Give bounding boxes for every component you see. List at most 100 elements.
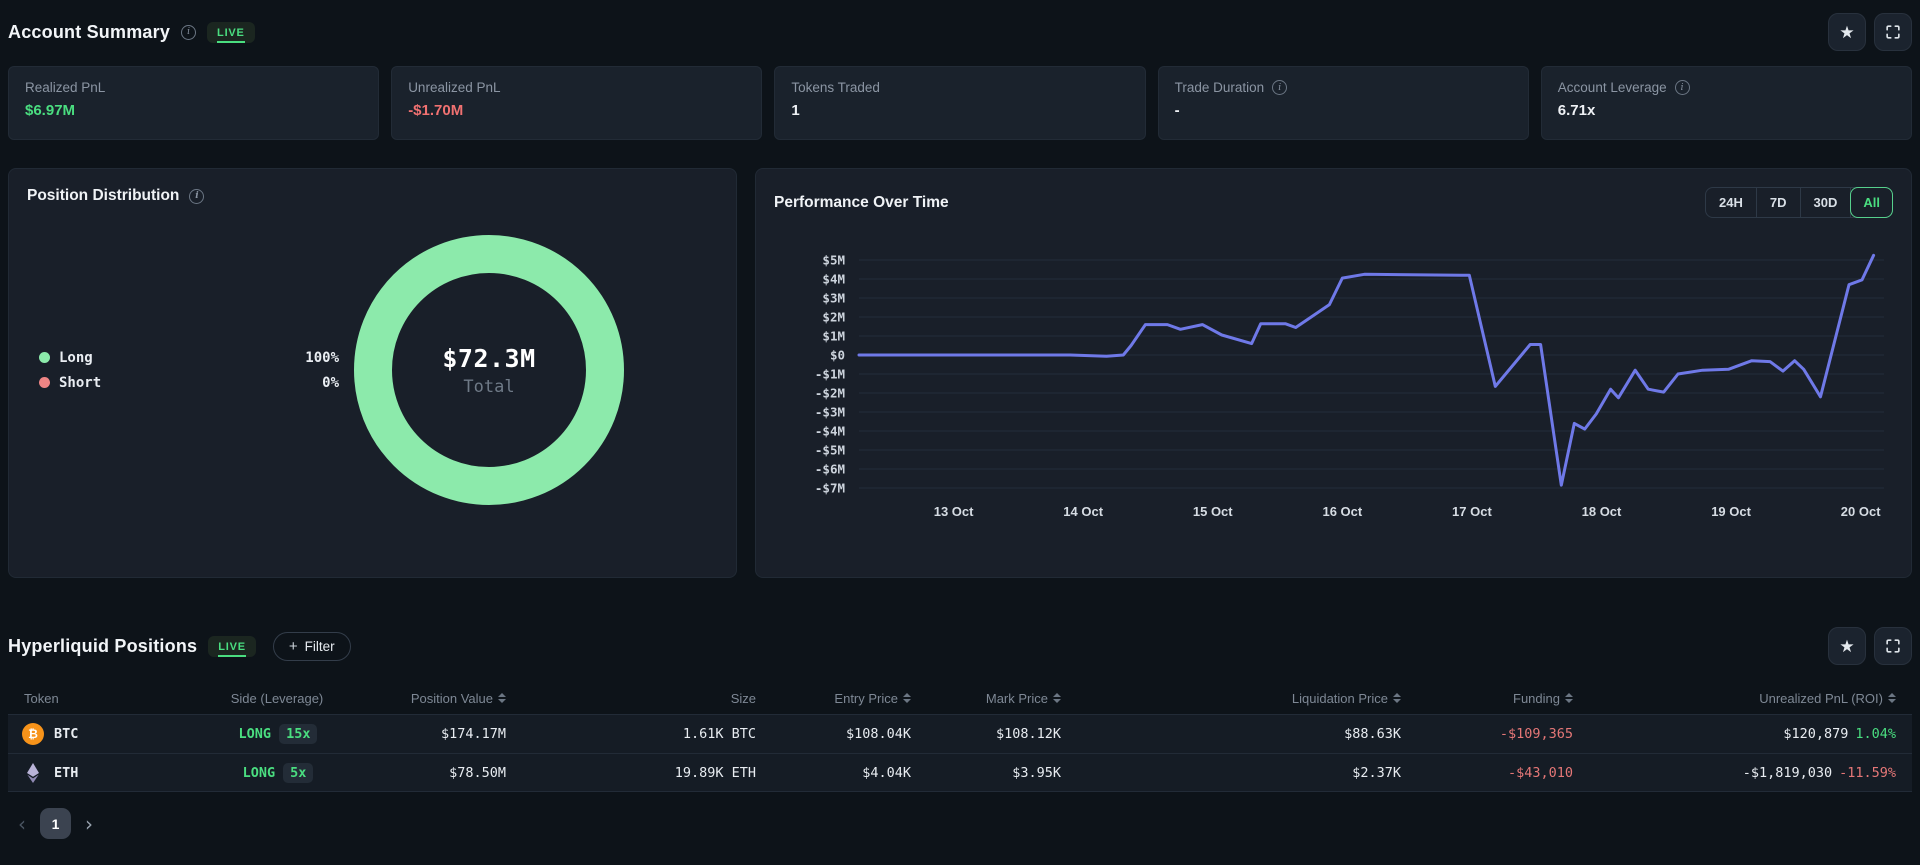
favorite-button[interactable]: ★ <box>1828 13 1866 51</box>
svg-text:$1M: $1M <box>822 329 845 344</box>
btc-icon: ₿ <box>22 723 44 745</box>
leverage-badge: 15x <box>279 724 317 744</box>
performance-panel: Performance Over Time 24H 7D 30D All $5M… <box>755 168 1912 578</box>
sort-icon <box>1393 693 1401 703</box>
stat-label: Account Leverage <box>1558 80 1895 95</box>
info-icon[interactable] <box>1272 80 1287 95</box>
range-button-all[interactable]: All <box>1850 187 1893 218</box>
token-name: BTC <box>54 726 78 742</box>
stat-label: Trade Duration <box>1175 80 1512 95</box>
stats-row: Realized PnL $6.97M Unrealized PnL -$1.7… <box>8 66 1912 140</box>
info-icon[interactable] <box>181 25 196 40</box>
unrealized-pnl-cell: -$1,819,030 -11.59% <box>1575 765 1912 781</box>
donut-total-label: Total <box>463 377 514 397</box>
svg-text:$0: $0 <box>830 348 845 363</box>
donut-total-value: $72.3M <box>442 344 535 373</box>
pagination: ‹ 1 › <box>8 808 1912 839</box>
prev-page-icon[interactable]: ‹ <box>14 814 30 834</box>
svg-text:20 Oct: 20 Oct <box>1841 504 1881 519</box>
short-dot-icon <box>39 377 50 388</box>
svg-text:18 Oct: 18 Oct <box>1582 504 1622 519</box>
legend-label: Short <box>59 375 101 391</box>
account-summary-title: Account Summary <box>8 22 170 43</box>
side-label: LONG <box>239 726 272 742</box>
sort-icon <box>903 693 911 703</box>
fullscreen-button[interactable] <box>1874 627 1912 665</box>
fullscreen-icon <box>1884 637 1902 655</box>
svg-text:-$1M: -$1M <box>815 367 845 382</box>
stat-label: Tokens Traded <box>791 80 1128 95</box>
svg-text:-$2M: -$2M <box>815 386 845 401</box>
pnl-value: -$1,819,030 <box>1743 765 1832 781</box>
table-header-row: Token Side (Leverage) Position Value Siz… <box>8 682 1912 714</box>
next-page-icon[interactable]: › <box>81 814 97 834</box>
position-row-btc[interactable]: ₿ BTC LONG 15x $174.17M 1.61K BTC $108.0… <box>8 714 1912 753</box>
stat-label: Unrealized PnL <box>408 80 745 95</box>
svg-text:$4M: $4M <box>822 272 845 287</box>
column-header-liquidation-price[interactable]: Liquidation Price <box>1063 691 1403 706</box>
stat-card-tokens-traded: Tokens Traded 1 <box>774 66 1145 140</box>
sort-icon <box>1053 693 1061 703</box>
range-button-24h[interactable]: 24H <box>1706 188 1757 217</box>
svg-text:-$3M: -$3M <box>815 405 845 420</box>
column-header-unrealized-pnl[interactable]: Unrealized PnL (ROI) <box>1575 691 1912 706</box>
svg-text:$2M: $2M <box>822 310 845 325</box>
positions-table: Token Side (Leverage) Position Value Siz… <box>8 682 1912 792</box>
roi-value: -11.59% <box>1839 765 1896 781</box>
stat-value: $6.97M <box>25 102 362 119</box>
sort-icon <box>1888 693 1896 703</box>
svg-text:$3M: $3M <box>822 291 845 306</box>
stat-card-realized-pnl: Realized PnL $6.97M <box>8 66 379 140</box>
performance-line-chart: $5M $4M $3M $2M $1M $0 -$1M -$2M -$3M -$4M -$5M -$6… <box>766 248 1891 530</box>
distribution-legend: Long 100% Short 0% <box>39 350 339 391</box>
funding-cell: -$109,365 <box>1403 726 1575 742</box>
position-row-eth[interactable]: ETH LONG 5x $78.50M 19.89K ETH $4.04K $3… <box>8 753 1912 792</box>
leverage-badge: 5x <box>283 763 313 783</box>
column-header-size: Size <box>508 691 758 706</box>
info-icon[interactable] <box>189 189 204 204</box>
legend-item-long: Long 100% <box>39 350 339 366</box>
page-number[interactable]: 1 <box>40 808 71 839</box>
size-cell: 19.89K ETH <box>508 765 758 781</box>
position-value-cell: $174.17M <box>378 726 508 742</box>
plus-icon: + <box>289 639 298 654</box>
column-header-side: Side (Leverage) <box>178 691 378 706</box>
svg-text:19 Oct: 19 Oct <box>1711 504 1751 519</box>
position-distribution-panel: Position Distribution Long 100% Short 0% <box>8 168 737 578</box>
favorite-button[interactable]: ★ <box>1828 627 1866 665</box>
range-button-7d[interactable]: 7D <box>1757 188 1801 217</box>
column-header-funding[interactable]: Funding <box>1403 691 1575 706</box>
star-icon: ★ <box>1839 24 1854 41</box>
svg-text:-$4M: -$4M <box>815 424 845 439</box>
range-button-30d[interactable]: 30D <box>1801 188 1852 217</box>
fullscreen-button[interactable] <box>1874 13 1912 51</box>
stat-label: Realized PnL <box>25 80 362 95</box>
stat-value: -$1.70M <box>408 102 745 119</box>
distribution-donut-chart: $72.3M Total <box>354 235 624 505</box>
svg-text:17 Oct: 17 Oct <box>1452 504 1492 519</box>
dashboard: Account Summary LIVE ★ Realized PnL $6.9… <box>0 0 1920 839</box>
info-icon[interactable] <box>1675 80 1690 95</box>
column-header-entry-price[interactable]: Entry Price <box>758 691 913 706</box>
svg-text:-$6M: -$6M <box>815 462 845 477</box>
fullscreen-icon <box>1884 23 1902 41</box>
funding-cell: -$43,010 <box>1403 765 1575 781</box>
filter-button[interactable]: + Filter <box>273 632 351 661</box>
sort-icon <box>1565 693 1573 703</box>
svg-text:$5M: $5M <box>822 253 845 268</box>
live-badge: LIVE <box>207 22 255 43</box>
svg-text:13 Oct: 13 Oct <box>934 504 974 519</box>
column-header-mark-price[interactable]: Mark Price <box>913 691 1063 706</box>
entry-price-cell: $4.04K <box>758 765 913 781</box>
filter-label: Filter <box>305 639 335 654</box>
svg-text:14 Oct: 14 Oct <box>1063 504 1103 519</box>
position-value-cell: $78.50M <box>378 765 508 781</box>
token-name: ETH <box>54 765 78 781</box>
positions-title: Hyperliquid Positions <box>8 636 197 657</box>
svg-text:-$5M: -$5M <box>815 443 845 458</box>
eth-icon <box>22 762 44 784</box>
stat-value: - <box>1175 102 1512 119</box>
column-header-position-value[interactable]: Position Value <box>378 691 508 706</box>
column-header-token: Token <box>8 691 178 706</box>
liquidation-price-cell: $2.37K <box>1063 765 1403 781</box>
